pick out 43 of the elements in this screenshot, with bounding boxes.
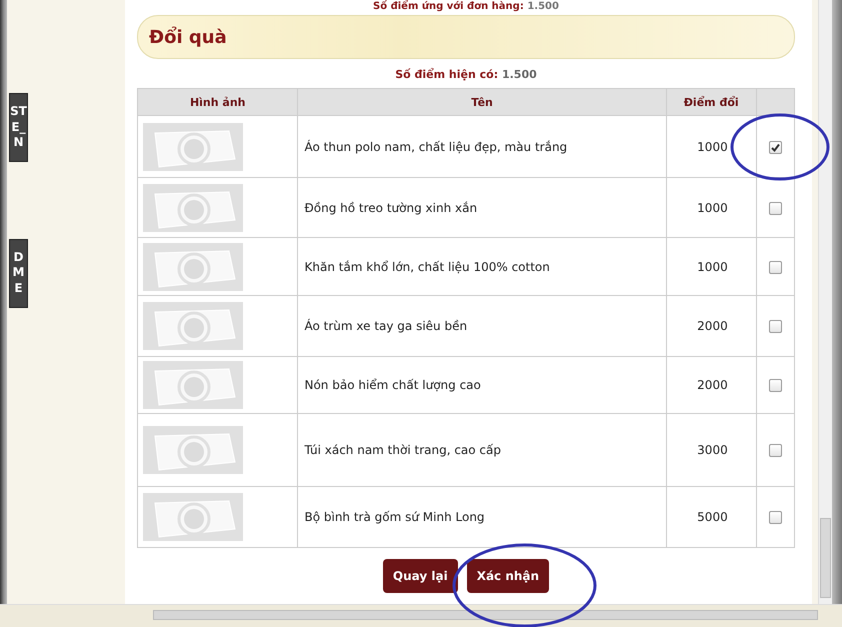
- score-cell: 2000: [666, 296, 756, 356]
- camera-placeholder-icon: [143, 302, 243, 350]
- camera-placeholder-icon: [143, 361, 243, 409]
- item-name: Nón bảo hiểm chất lượng cao: [298, 356, 666, 414]
- item-name: Áo thun polo nam, chất liệu đẹp, màu trắng: [298, 116, 666, 178]
- back-button[interactable]: Quay lại: [382, 559, 458, 593]
- score-cell: 1000: [666, 238, 756, 296]
- item-name: Khăn tắm khổ lớn, chất liệu 100% cotton: [298, 238, 666, 296]
- score-cell: 1000: [666, 116, 756, 178]
- checkbox[interactable]: [768, 444, 782, 458]
- camera-placeholder-icon: [143, 426, 243, 474]
- camera-placeholder-icon: [143, 122, 243, 170]
- scrollbar-thumb[interactable]: [820, 518, 831, 598]
- score-cell: 5000: [666, 486, 756, 548]
- checkbox[interactable]: [768, 202, 782, 215]
- current-points-value: 1.500: [502, 68, 537, 81]
- item-name: Áo trùm xe tay ga siêu bền: [298, 296, 666, 356]
- item-name: Bộ bình trà gốm sứ Minh Long: [298, 486, 666, 548]
- section-title: Đổi quà: [149, 26, 227, 48]
- item-name: Túi xách nam thời trang, cao cấp: [298, 414, 666, 486]
- checkbox[interactable]: [768, 320, 782, 334]
- checkbox[interactable]: [768, 511, 782, 524]
- current-points-label: Số điểm hiện có:: [395, 68, 498, 81]
- camera-placeholder-icon: [143, 493, 243, 541]
- vertical-scrollbar[interactable]: [818, 0, 832, 604]
- column-header: Tên: [298, 88, 666, 116]
- side-tab[interactable]: STE_N: [9, 93, 28, 162]
- column-header: Điểm đổi: [666, 88, 756, 116]
- confirm-button[interactable]: Xác nhận: [466, 559, 550, 593]
- checkbox[interactable]: [768, 379, 782, 392]
- score-cell: 1000: [666, 178, 756, 238]
- score-cell: 2000: [666, 356, 756, 414]
- order-points-value: 1.500: [527, 1, 559, 12]
- side-tab[interactable]: DME: [9, 238, 28, 308]
- camera-placeholder-icon: [143, 242, 243, 290]
- horizontal-scrollbar[interactable]: [153, 610, 818, 620]
- item-name: Đồng hồ treo tường xinh xắn: [298, 178, 666, 238]
- camera-placeholder-icon: [143, 184, 243, 232]
- order-points-label: Số điểm ứng với đơn hàng:: [373, 1, 524, 12]
- checkbox[interactable]: [768, 140, 782, 154]
- checkbox[interactable]: [768, 260, 782, 274]
- score-cell: 3000: [666, 414, 756, 486]
- column-header: Hình ảnh: [138, 88, 298, 116]
